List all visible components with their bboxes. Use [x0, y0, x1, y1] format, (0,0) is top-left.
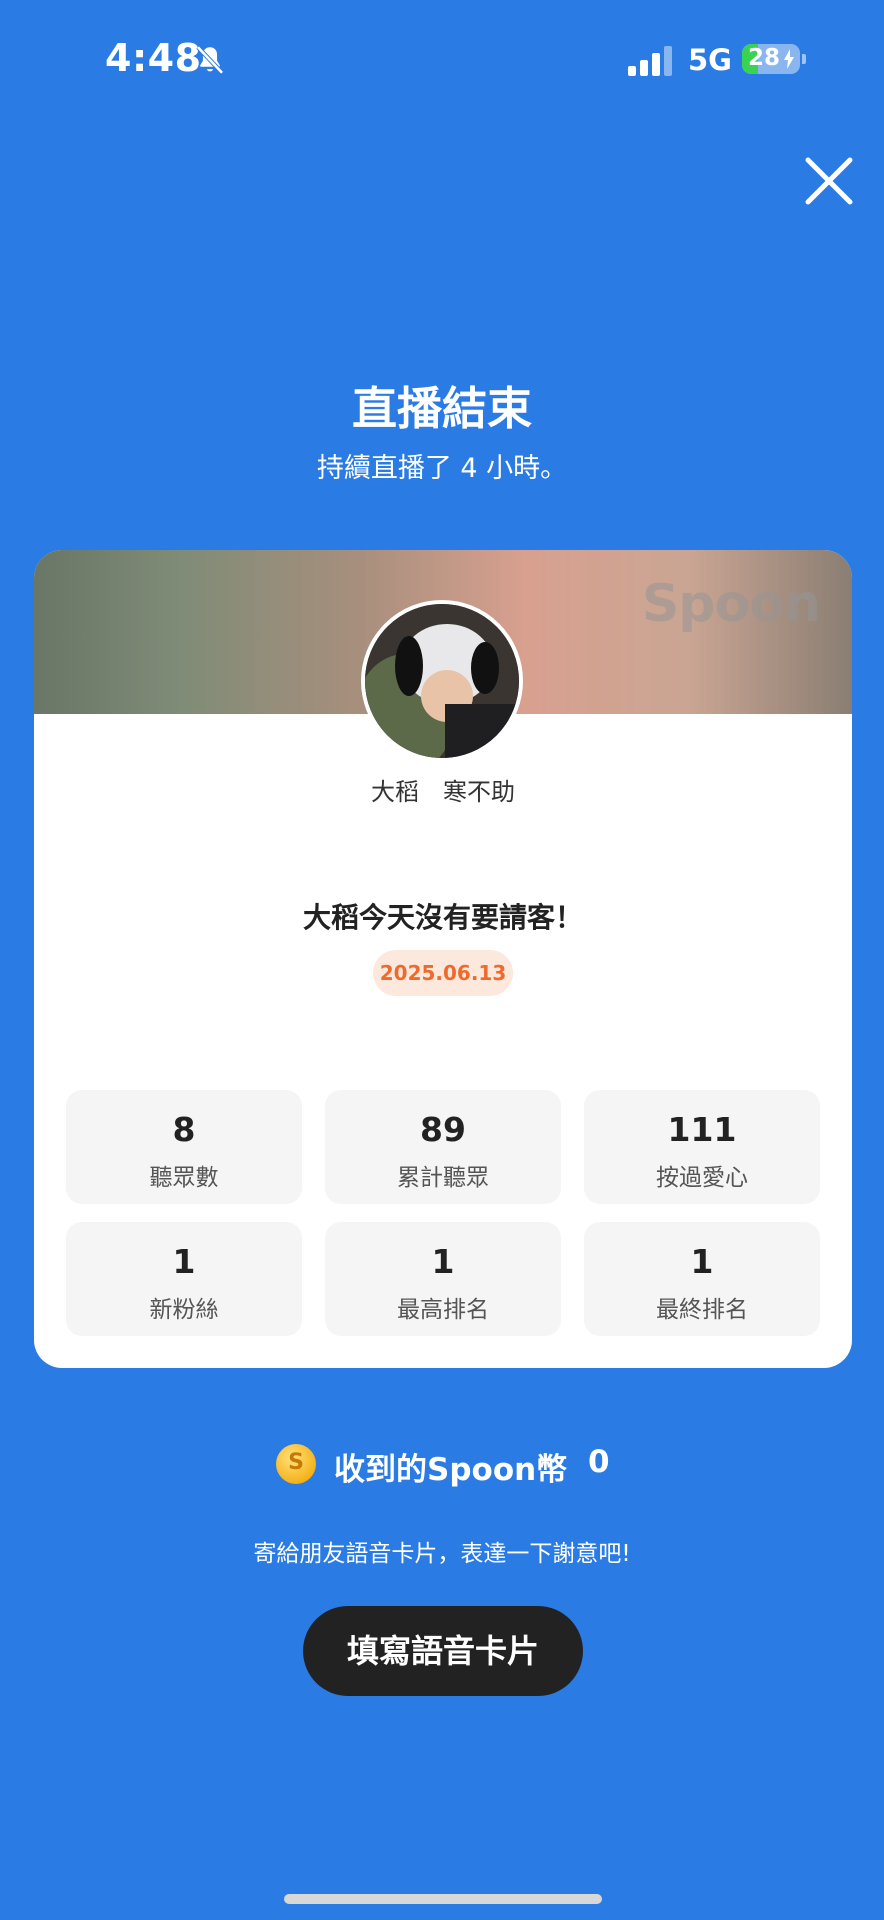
stat-label: 聽眾數	[149, 1165, 219, 1191]
spoon-coins-row: S 收到的Spoon幣 0	[0, 1444, 884, 1494]
network-type: 5G	[688, 43, 732, 77]
battery-icon: 28	[742, 44, 806, 74]
stat-new-fans: 1 新粉絲	[66, 1222, 302, 1336]
broadcast-date: 2025.06.13	[373, 950, 513, 996]
close-icon[interactable]	[800, 152, 858, 210]
stat-value: 111	[667, 1110, 737, 1149]
battery-level: 28	[748, 45, 781, 71]
stat-label: 新粉絲	[149, 1297, 219, 1323]
stat-listeners: 8 聽眾數	[66, 1090, 302, 1204]
write-voice-card-button[interactable]: 填寫語音卡片	[303, 1606, 583, 1696]
stat-value: 1	[431, 1242, 455, 1281]
room-title: 大稻今天沒有要請客！	[302, 901, 583, 934]
stat-value: 1	[172, 1242, 196, 1281]
stat-highest-rank: 1 最高排名	[325, 1222, 561, 1336]
page-title: 直播結束	[351, 382, 532, 435]
coins-value: 0	[588, 1444, 610, 1480]
broadcast-summary-card: Spoon 大稻 寒不助 大稻今天沒有要請客！ 2025.06.13 8 聽眾數…	[34, 550, 852, 1368]
stat-value: 89	[420, 1110, 466, 1149]
home-indicator[interactable]	[284, 1894, 602, 1904]
broadcast-duration: 持續直播了 4 小時。	[316, 453, 568, 484]
coin-icon: S	[276, 1444, 316, 1484]
avatar-image	[365, 604, 519, 758]
status-bar: 4:48 5G 28	[0, 0, 884, 120]
coins-label: 收到的Spoon幣	[334, 1452, 568, 1488]
spoon-logo-watermark: Spoon	[641, 574, 821, 634]
stat-total-listeners: 89 累計聽眾	[325, 1090, 561, 1204]
charging-icon	[784, 49, 794, 69]
stat-label: 按過愛心	[656, 1165, 748, 1191]
dj-name: 大稻 寒不助	[371, 778, 515, 806]
signal-icon	[628, 46, 672, 76]
avatar[interactable]	[361, 600, 523, 762]
stat-value: 1	[690, 1242, 714, 1281]
stat-label: 最終排名	[656, 1297, 748, 1323]
stat-final-rank: 1 最終排名	[584, 1222, 820, 1336]
stat-label: 最高排名	[397, 1297, 489, 1323]
stat-likes: 111 按過愛心	[584, 1090, 820, 1204]
stat-value: 8	[172, 1110, 196, 1149]
voice-card-hint: 寄給朋友語音卡片，表達一下謝意吧!	[253, 1541, 631, 1567]
stat-label: 累計聽眾	[397, 1165, 489, 1191]
status-time: 4:48	[105, 36, 202, 80]
bell-muted-icon	[196, 45, 224, 75]
